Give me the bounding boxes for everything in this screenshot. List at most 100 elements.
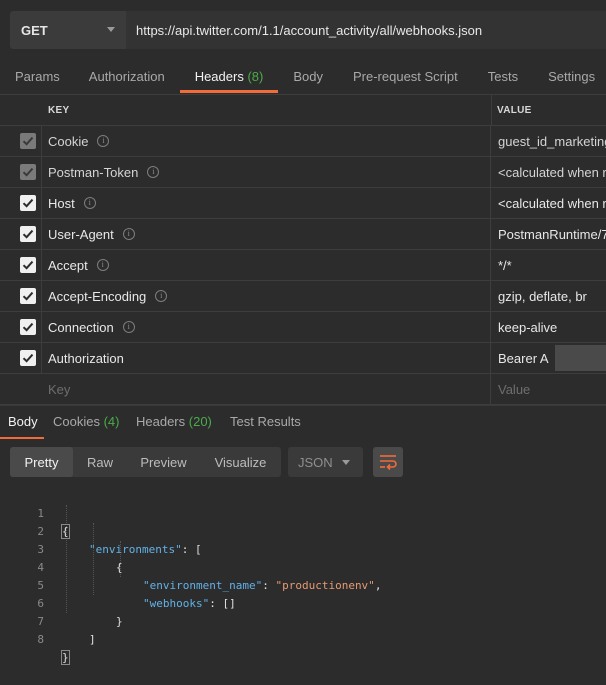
row-checkbox[interactable] [20, 350, 36, 366]
check-icon [22, 229, 34, 239]
row-checkbox[interactable] [20, 195, 36, 211]
header-key: Authorization [48, 350, 124, 366]
tab-body[interactable]: Body [293, 62, 323, 94]
view-pretty-button[interactable]: Pretty [10, 447, 73, 477]
code-line: 3 { [0, 523, 606, 574]
header-value: guest_id_marketing [498, 133, 606, 149]
header-key: Cookie [48, 133, 89, 149]
tab-params[interactable]: Params [15, 62, 60, 94]
header-value-cell[interactable]: <calculated when re [491, 157, 606, 187]
code-line: 1 { [0, 487, 606, 539]
header-key-cell[interactable]: Postman-Token i [42, 157, 491, 187]
row-checkbox[interactable] [20, 133, 36, 149]
row-check-cell [0, 157, 42, 187]
table-row: Authorization Bearer A [0, 343, 606, 374]
format-select[interactable]: JSON [288, 447, 363, 477]
header-key-cell[interactable]: Accept i [42, 250, 491, 280]
view-visualize-button[interactable]: Visualize [200, 447, 281, 477]
request-bar: GET https://api.twitter.com/1.1/account_… [0, 0, 606, 62]
tab-headers[interactable]: Headers (8) [179, 62, 278, 94]
view-label: Pretty [24, 454, 59, 470]
key-column-header: KEY [48, 105, 70, 116]
info-icon[interactable]: i [96, 259, 109, 271]
wrap-lines-button[interactable] [373, 447, 403, 477]
view-label: Preview [140, 454, 187, 470]
method-select[interactable]: GET [10, 11, 126, 49]
code-line: 8 } [0, 613, 606, 665]
response-tab-headers[interactable]: Headers (20) [136, 414, 212, 429]
row-check-cell [0, 250, 42, 280]
table-row: Accept i */* [0, 250, 606, 281]
tab-label: Cookies [53, 414, 100, 429]
view-raw-button[interactable]: Raw [73, 447, 127, 477]
header-key-cell[interactable]: Authorization [42, 343, 491, 373]
header-value-cell[interactable]: PostmanRuntime/7 [491, 219, 606, 249]
info-icon[interactable]: i [122, 228, 135, 240]
response-tab-test-results[interactable]: Test Results [230, 414, 301, 429]
header-key-cell[interactable]: Connection i [42, 312, 491, 342]
row-check-cell [0, 343, 42, 373]
code-line: 4 "environment_name": "productionenv", [0, 541, 606, 592]
row-checkbox[interactable] [20, 257, 36, 273]
header-key: Connection [48, 319, 114, 335]
redacted-token [554, 345, 606, 371]
url-input[interactable]: https://api.twitter.com/1.1/account_acti… [126, 11, 606, 49]
matched-brace: } [61, 650, 70, 665]
header-value-cell[interactable]: Bearer A [491, 343, 606, 373]
header-key-cell[interactable]: Host i [42, 188, 491, 218]
header-key-cell[interactable]: Accept-Encoding i [42, 281, 491, 311]
request-tabs: Params Authorization Headers (8) Body Pr… [0, 62, 606, 94]
row-checkbox[interactable] [20, 319, 36, 335]
new-value-input[interactable]: Value [491, 374, 606, 404]
row-checkbox[interactable] [20, 226, 36, 242]
wrap-lines-icon [380, 455, 397, 470]
code-text: } [61, 649, 70, 667]
view-preview-button[interactable]: Preview [127, 447, 200, 477]
info-icon[interactable]: i [97, 135, 110, 147]
header-value-cell[interactable]: guest_id_marketing [491, 126, 606, 156]
view-mode-group: Pretty Raw Preview Visualize [10, 447, 281, 477]
chevron-down-icon [342, 460, 350, 465]
code-text: ] [89, 631, 96, 649]
method-label: GET [21, 22, 48, 38]
tab-count: (20) [188, 414, 212, 429]
url-text: https://api.twitter.com/1.1/account_acti… [136, 22, 483, 38]
new-key-input[interactable]: Key [42, 374, 491, 404]
header-key-cell[interactable]: User-Agent i [42, 219, 491, 249]
check-icon [22, 260, 34, 270]
tab-pre-request-script[interactable]: Pre-request Script [353, 62, 458, 94]
line-number: 8 [37, 633, 44, 646]
header-value: keep-alive [498, 319, 558, 335]
tab-settings[interactable]: Settings [548, 62, 595, 94]
table-row: Connection i keep-alive [0, 312, 606, 343]
header-value-cell[interactable]: <calculated when re [491, 188, 606, 218]
header-value-cell[interactable]: keep-alive [491, 312, 606, 342]
row-check-cell [0, 126, 42, 156]
info-icon[interactable]: i [155, 290, 168, 302]
check-icon [22, 291, 34, 301]
table-row: Postman-Token i <calculated when re [0, 157, 606, 188]
code-line: 6 } [0, 577, 606, 628]
table-header-row: KEY VALUE [0, 94, 606, 126]
header-value-cell[interactable]: */* [491, 250, 606, 280]
header-key: User-Agent [48, 226, 114, 242]
response-tab-body[interactable]: Body [0, 414, 44, 439]
table-row: Cookie i guest_id_marketing [0, 126, 606, 157]
header-value: */* [498, 257, 512, 273]
response-body-code[interactable]: 1 { 2 "environments": [ 3 { 4 "environme… [0, 487, 606, 665]
column-divider[interactable] [491, 95, 492, 125]
header-value-cell[interactable]: gzip, deflate, br [491, 281, 606, 311]
header-key: Accept-Encoding [48, 288, 147, 304]
tab-count: (4) [103, 414, 120, 429]
header-key-cell[interactable]: Cookie i [42, 126, 491, 156]
tab-label: Tests [487, 69, 519, 84]
header-value: Bearer A [498, 350, 549, 366]
tab-authorization[interactable]: Authorization [89, 62, 165, 94]
info-icon[interactable]: i [147, 166, 160, 178]
info-icon[interactable]: i [83, 197, 96, 209]
row-checkbox[interactable] [20, 164, 36, 180]
tab-tests[interactable]: Tests [488, 62, 518, 94]
row-checkbox[interactable] [20, 288, 36, 304]
response-tab-cookies[interactable]: Cookies (4) [53, 414, 119, 429]
info-icon[interactable]: i [122, 321, 135, 333]
